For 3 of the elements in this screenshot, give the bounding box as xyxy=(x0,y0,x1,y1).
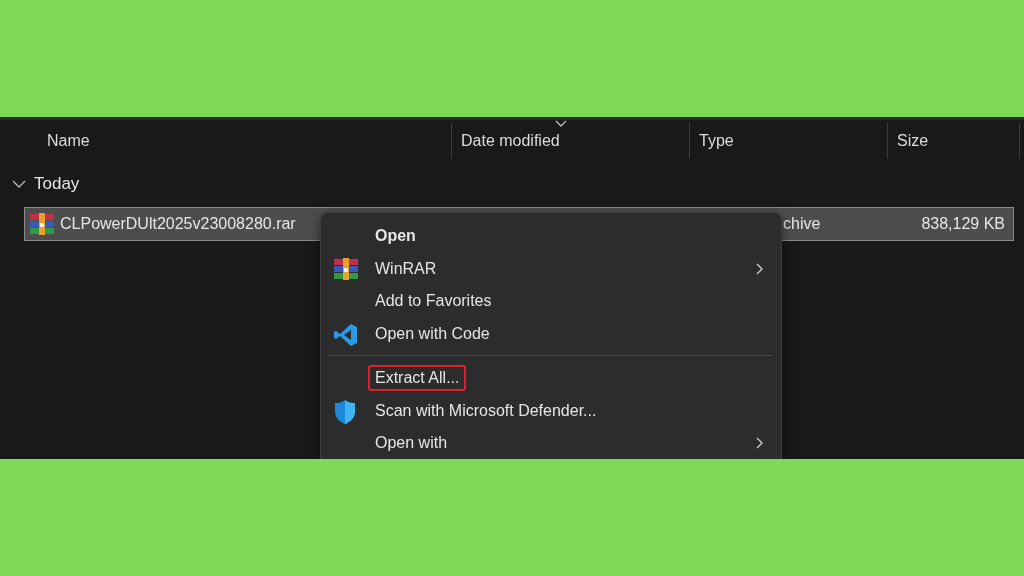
file-size: 838,129 KB xyxy=(920,215,1006,233)
file-type: chive xyxy=(782,215,822,233)
file-name: CLPowerDUlt2025v23008280.rar xyxy=(60,215,296,233)
